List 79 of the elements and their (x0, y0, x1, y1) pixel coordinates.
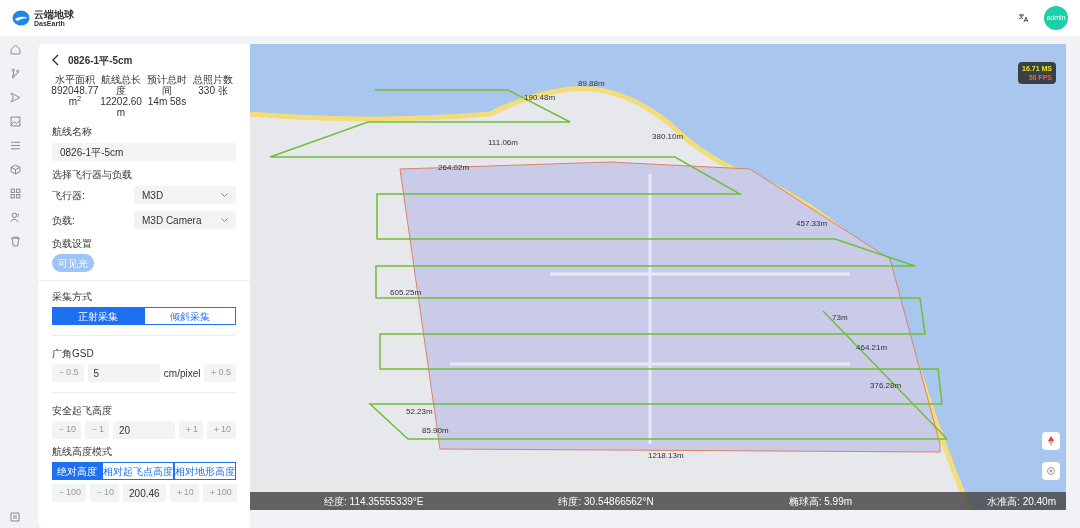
distance-label: 111.06m (488, 139, 518, 147)
collapse-icon[interactable] (10, 512, 20, 522)
back-icon[interactable] (52, 54, 60, 66)
number-field[interactable]: 20 (113, 421, 175, 439)
stat-value: 12202.60 (100, 96, 142, 107)
section-label: 选择飞行器与负载 (52, 168, 133, 182)
unit-label: cm/pixel (163, 366, 201, 381)
decrement-button[interactable]: －0.5 (52, 364, 84, 382)
mode-tab[interactable]: 倾斜采集 (144, 307, 236, 325)
stat-unit: m$^{2}$ (68, 96, 82, 107)
dropdown-value: M3D (142, 188, 164, 203)
mode-tab[interactable]: 相对起飞点高度 (102, 462, 174, 480)
list-icon[interactable] (9, 140, 21, 151)
stat-value: 892048.77 (51, 85, 99, 96)
field-label: 航线名称 (52, 125, 93, 139)
section-label: 采集方式 (52, 290, 93, 304)
cube-icon[interactable] (9, 164, 21, 175)
distance-label: 457.33m (796, 220, 828, 228)
increment-button[interactable]: ＋0.5 (204, 364, 236, 382)
stat-label: 航线总长度 (100, 74, 142, 96)
ellipsoid-height-text: 椭球高: 5.99m (788, 494, 853, 509)
north-arrow-button[interactable] (1042, 432, 1060, 450)
logo-icon (12, 10, 30, 26)
stat-value: 14m 58s (147, 96, 187, 107)
stat-label: 预计总时间 (146, 74, 188, 96)
section-label: 安全起飞高度 (52, 404, 113, 418)
distance-label: 52.23m (406, 408, 433, 416)
stat-label: 总照片数 (193, 74, 233, 85)
send-icon[interactable] (9, 92, 21, 103)
decrement-button[interactable]: －1 (85, 421, 110, 439)
locate-button[interactable] (1042, 462, 1060, 480)
decrement-button[interactable]: －10 (90, 484, 120, 502)
compass-icon (1048, 436, 1054, 446)
chevron-down-icon (221, 193, 228, 197)
image-icon[interactable] (9, 116, 21, 127)
route-name-field[interactable]: 0826-1平-5cm (52, 143, 236, 161)
latitude-text: 纬度: 30.54866562°N (558, 494, 654, 509)
chevron-down-icon (221, 218, 228, 222)
panel-title: 0826-1平-5cm (68, 53, 133, 68)
logo-title: 云端地球 (34, 9, 74, 20)
longitude-text: 经度: 114.35555339°E (324, 494, 424, 509)
mode-tab[interactable]: 绝对高度 (52, 462, 102, 480)
decrement-button[interactable]: －10 (52, 421, 81, 439)
stat-unit: m (116, 107, 126, 118)
distance-label: 605.25m (390, 289, 422, 297)
increment-button[interactable]: ＋10 (207, 421, 236, 439)
field-label: 飞行器: (52, 188, 86, 203)
trash-icon[interactable] (9, 236, 21, 247)
increment-button[interactable]: ＋100 (202, 484, 237, 502)
locate-icon (1046, 466, 1056, 476)
increment-button[interactable]: ＋10 (169, 484, 199, 502)
home-icon[interactable] (9, 44, 21, 55)
stat-label: 水平面积 (55, 74, 95, 85)
distance-label: 85.90m (422, 427, 449, 435)
number-field[interactable]: 5 (87, 364, 160, 382)
section-label: 广角GSD (52, 347, 95, 361)
stat-value: 330 张 (198, 85, 228, 96)
users-icon[interactable] (9, 212, 21, 223)
translate-icon[interactable] (1018, 13, 1028, 23)
number-field[interactable]: 200.46 (123, 484, 166, 502)
distance-label: 264.02m (438, 164, 470, 172)
distance-label: 89.88m (578, 80, 605, 88)
grid-icon[interactable] (9, 188, 21, 199)
sea-level-height-text: 水准高: 20.40m (987, 494, 1056, 509)
dropdown-value: M3D Camera (142, 213, 202, 228)
mode-tab[interactable]: 正射采集 (52, 307, 144, 325)
distance-label: 73m (832, 314, 848, 322)
mode-tab[interactable]: 相对地形高度 (174, 462, 236, 480)
branch-icon[interactable] (9, 68, 21, 79)
distance-label: 190.48m (524, 94, 556, 102)
distance-label: 380.10m (652, 133, 684, 141)
section-label: 航线高度模式 (52, 445, 113, 459)
increment-button[interactable]: ＋1 (178, 421, 203, 439)
section-label: 负载设置 (52, 237, 93, 251)
distance-label: 1218.13m (648, 452, 684, 460)
dropdown[interactable]: M3D Camera (134, 211, 236, 229)
field-label: 负载: (52, 213, 76, 228)
dropdown[interactable]: M3D (134, 186, 236, 204)
decrement-button[interactable]: －100 (52, 484, 87, 502)
